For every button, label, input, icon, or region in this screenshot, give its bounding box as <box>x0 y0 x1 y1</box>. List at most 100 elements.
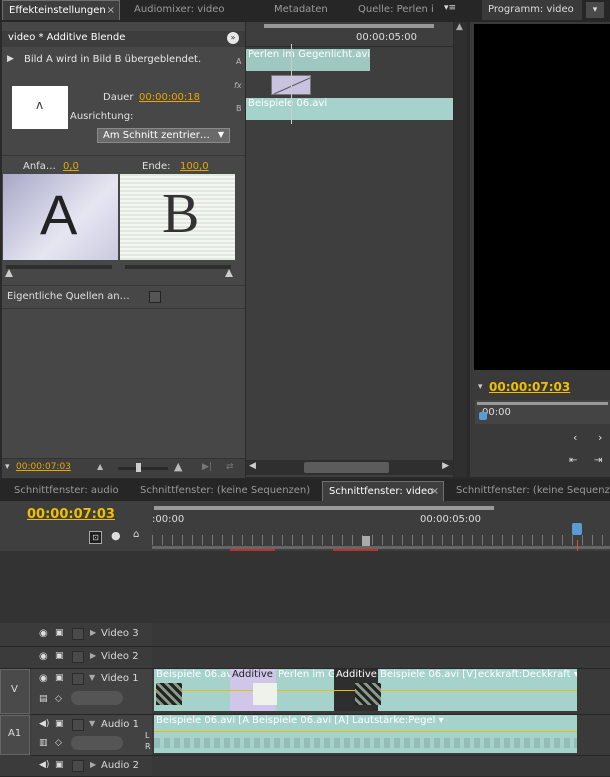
go-to-out-icon[interactable]: ⇥ <box>594 455 602 466</box>
track-header-video1: ◉ ▣ ▼ Video 1 ▤ ◇ <box>31 669 152 715</box>
expand-icon[interactable]: ▶ <box>90 628 96 637</box>
tab-effect-controls[interactable]: Effekteinstellungen × <box>2 0 120 20</box>
actual-sources-checkbox[interactable] <box>149 291 161 303</box>
snap-icon[interactable]: ⊡ <box>89 531 102 544</box>
keyframe-icon[interactable]: ◇ <box>55 738 62 748</box>
preview-a-letter: A <box>40 183 78 246</box>
effect-timecode[interactable]: 00:00:07:03 <box>16 462 71 472</box>
scroll-right-icon[interactable]: ▶ <box>442 461 449 471</box>
program-timecode[interactable]: 00:00:07:03 <box>489 380 570 394</box>
start-slider-track[interactable] <box>6 265 112 269</box>
effect-title: video * Additive Blende <box>8 32 126 43</box>
timeline-playhead-icon[interactable] <box>572 523 582 535</box>
speaker-icon[interactable]: ◀) <box>39 760 49 770</box>
timeline-scroll-bar[interactable] <box>154 506 494 510</box>
tab-seq-none-2[interactable]: Schnittfenster: (keine Sequenze <box>450 481 610 501</box>
keyframe-nav[interactable] <box>71 691 123 705</box>
tab-audio-mixer[interactable]: Audiomixer: video <box>128 0 248 20</box>
forward-icon[interactable]: » <box>227 32 239 44</box>
close-icon[interactable]: × <box>107 1 115 20</box>
tab-seq-video[interactable]: Schnittfenster: video × <box>322 481 444 501</box>
track-header-audio2: ◀) ▣ ▶ Audio 2 <box>0 756 152 777</box>
mini-scrollbar[interactable]: ◀ ▶ <box>246 460 453 475</box>
display-style-icon[interactable]: ▤ <box>39 694 48 704</box>
collapse-icon[interactable]: ▼ <box>89 719 95 728</box>
lock-icon[interactable]: ▣ <box>55 719 64 729</box>
program-menu-icon[interactable]: ▾ <box>586 2 604 18</box>
mini-playhead[interactable] <box>291 44 292 124</box>
vertical-scrollbar[interactable]: ▲ <box>454 22 467 477</box>
track-toggle[interactable] <box>72 760 84 772</box>
video-target-cell[interactable]: V <box>0 669 30 714</box>
mini-clip-a[interactable]: Perlen im Gegenlicht.avi <box>246 49 370 71</box>
collapse-icon[interactable]: ▼ <box>89 673 95 682</box>
lock-icon[interactable]: ▣ <box>55 651 64 661</box>
mini-clip-b[interactable]: Beispiele 06.avi <box>246 98 453 120</box>
keyframe-icon[interactable]: ◇ <box>55 694 62 704</box>
tab-seq-none[interactable]: Schnittfenster: (keine Sequenzen) <box>134 481 314 501</box>
divider <box>2 155 245 156</box>
waveform-icon[interactable]: ▥ <box>39 738 48 748</box>
timeline-timecode[interactable]: 00:00:07:03 <box>27 507 115 522</box>
play-loop-icon[interactable]: ▶| <box>202 462 212 472</box>
toggle-icon[interactable]: ⇄ <box>226 462 234 472</box>
volume-line[interactable] <box>154 731 577 732</box>
start-value[interactable]: 0,0 <box>63 161 79 172</box>
expand-icon[interactable]: ▶ <box>90 651 96 660</box>
expand-icon[interactable]: ▶ <box>90 760 96 769</box>
lock-icon[interactable]: ▣ <box>55 628 64 638</box>
eye-icon[interactable]: ◉ <box>39 628 48 639</box>
alignment-label: Ausrichtung: <box>70 111 134 122</box>
end-value[interactable]: 100,0 <box>180 161 209 172</box>
play-icon[interactable]: ▶ <box>7 54 14 64</box>
mark-out-icon[interactable]: › <box>598 431 602 444</box>
keyframe-nav[interactable] <box>71 736 123 750</box>
track-header-video2: ◉ ▣ ▶ Video 2 <box>0 647 152 669</box>
zoom-in-icon[interactable]: ▲ <box>174 460 182 473</box>
end-slider-handle[interactable] <box>225 269 233 277</box>
scroll-thumb[interactable] <box>304 462 389 473</box>
preview-a: A <box>3 174 118 260</box>
mark-in-icon[interactable]: ‹ <box>573 431 577 444</box>
tab-source[interactable]: Quelle: Perlen i <box>352 0 444 20</box>
tab-seq-audio[interactable]: Schnittfenster: audio <box>8 481 130 501</box>
eye-icon[interactable]: ◉ <box>39 673 48 684</box>
zoom-slider-handle[interactable] <box>136 463 141 472</box>
zoom-out-icon[interactable]: ▲ <box>97 462 103 471</box>
tab-program[interactable]: 00:00:07:03Programm: video <box>482 0 582 20</box>
tab-metadata[interactable]: Metadaten <box>268 0 348 20</box>
panel-menu-icon[interactable]: ▾≡ <box>444 3 456 17</box>
alignment-dropdown[interactable]: Am Schnitt zentrier… ▼ <box>97 128 230 143</box>
program-ruler-bar[interactable] <box>477 402 608 405</box>
eye-icon[interactable]: ◉ <box>39 651 48 662</box>
track-toggle[interactable] <box>72 673 84 685</box>
scroll-left-icon[interactable]: ◀ <box>249 461 256 471</box>
chevron-down-icon: ▼ <box>217 130 224 139</box>
track-toggle[interactable] <box>72 628 84 640</box>
track-row-audio2 <box>152 756 610 776</box>
start-slider-handle[interactable] <box>5 269 13 277</box>
mini-ruler-scroll[interactable] <box>264 24 434 28</box>
track-toggle[interactable] <box>72 719 84 731</box>
work-area-bar[interactable] <box>152 546 610 549</box>
end-slider-track[interactable] <box>125 265 231 269</box>
track-label-video1: Video 1 <box>101 673 139 684</box>
zoom-slider[interactable] <box>118 467 168 470</box>
audio-target-cell[interactable]: A1 <box>0 715 30 755</box>
effect-title-bar: video * Additive Blende » <box>2 31 245 47</box>
program-ruler: 00:00 <box>475 400 610 424</box>
add-marker-icon[interactable]: ⌂ <box>133 529 139 540</box>
marker-icon[interactable]: ● <box>111 529 121 542</box>
go-to-in-icon[interactable]: ⇤ <box>569 455 577 466</box>
close-icon[interactable]: × <box>431 482 439 501</box>
lock-icon[interactable]: ▣ <box>55 673 64 683</box>
speaker-icon[interactable]: ◀) <box>39 719 49 729</box>
scroll-up-icon[interactable]: ▲ <box>456 22 463 32</box>
program-playhead-icon[interactable] <box>479 412 487 420</box>
ruler-handle[interactable] <box>362 536 370 546</box>
duration-value[interactable]: 00:00:00:18 <box>139 92 200 103</box>
lock-icon[interactable]: ▣ <box>55 760 64 770</box>
channel-label-r: R <box>145 742 151 751</box>
end-label: Ende: <box>142 161 171 172</box>
track-toggle[interactable] <box>72 651 84 663</box>
